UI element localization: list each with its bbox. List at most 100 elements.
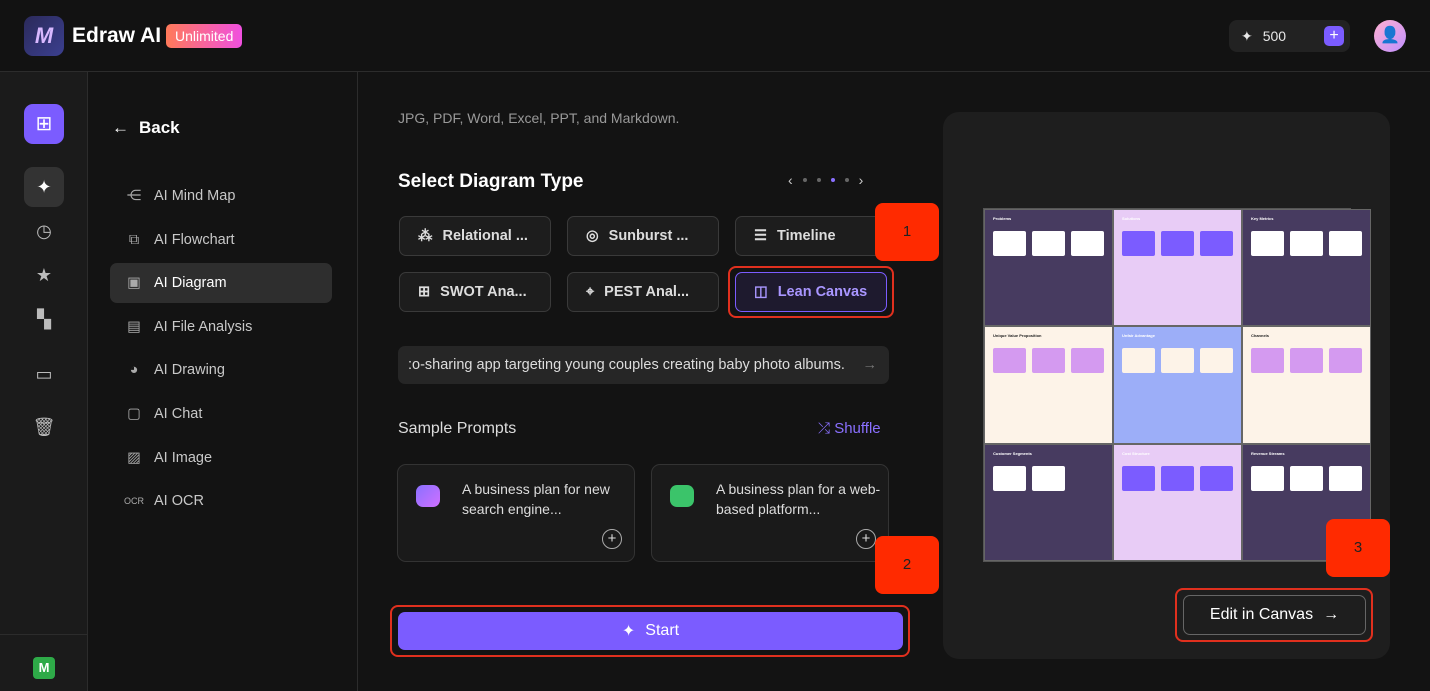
annotation-badge-2: 2 — [875, 536, 939, 594]
file-analysis-icon: ▤ — [127, 319, 141, 335]
trash-icon[interactable]: 🗑 — [24, 407, 64, 447]
add-credits-button[interactable]: + — [1324, 26, 1344, 46]
top-bar: M Edraw AI Unlimited ✦ 500 + 👤 — [0, 0, 1430, 72]
user-avatar[interactable]: 👤 — [1374, 20, 1406, 52]
type-relational[interactable]: ⁂ Relational ... — [399, 216, 551, 256]
sample-prompt-card[interactable]: A business plan for new search engine...… — [397, 464, 635, 562]
page-dot[interactable] — [816, 178, 821, 182]
sticky-note — [1290, 348, 1323, 374]
annotation-badge-1: 1 — [875, 203, 939, 261]
chevron-right-icon[interactable]: › — [859, 172, 864, 188]
menu-item-label: AI Chat — [154, 406, 203, 422]
sticky-note — [1161, 465, 1194, 491]
timeline-icon: ☰ — [754, 228, 767, 244]
menu-item-diagram[interactable]: ▣ AI Diagram — [110, 263, 332, 303]
type-label: SWOT Ana... — [440, 284, 527, 300]
sunburst-icon: ◎ — [586, 228, 599, 244]
sticky-note — [993, 231, 1026, 256]
arrow-right-icon: → — [1323, 606, 1340, 623]
section-title: Revenue Streams — [1251, 450, 1285, 456]
type-label: PEST Anal... — [604, 284, 690, 300]
section-title: Unfair Advantage — [1122, 333, 1155, 339]
menu-item-chat[interactable]: ▢ AI Chat — [110, 394, 332, 434]
sticky-notes — [1251, 465, 1362, 491]
menu-item-file-analysis[interactable]: ▤ AI File Analysis — [110, 307, 332, 347]
new-button[interactable]: ⊞ — [24, 104, 64, 144]
folder-icon[interactable]: ▭ — [24, 354, 64, 394]
menu-item-drawing[interactable]: ◕ AI Drawing — [110, 350, 332, 390]
sticky-note — [1122, 231, 1155, 256]
image-icon: ▨ — [127, 450, 141, 466]
sticky-note — [1290, 231, 1323, 256]
page-dot[interactable] — [844, 178, 849, 182]
canvas-section: Customer Segments — [984, 443, 1113, 561]
ocr-icon: OCR — [124, 496, 144, 506]
type-timeline[interactable]: ☰ Timeline — [735, 216, 887, 256]
highlight-box — [728, 266, 894, 318]
add-icon[interactable]: + — [602, 529, 622, 549]
canvas-section: Solutions — [1113, 209, 1242, 327]
chevron-left-icon[interactable]: ‹ — [788, 172, 793, 188]
edit-label: Edit in Canvas — [1209, 606, 1314, 623]
sticky-note — [1251, 465, 1284, 491]
start-label: Start — [645, 622, 680, 639]
type-sunburst[interactable]: ◎ Sunburst ... — [567, 216, 719, 256]
type-label: Timeline — [777, 228, 836, 244]
sticky-note — [1071, 348, 1104, 374]
sticky-note — [1200, 348, 1233, 374]
page-dot-active[interactable] — [830, 178, 835, 182]
type-label: Sunburst ... — [608, 228, 689, 244]
sticky-notes — [993, 465, 1104, 491]
back-label: Back — [139, 118, 180, 137]
canvas-section: Cost Structure — [1113, 443, 1242, 561]
menu-item-ocr[interactable]: OCR AI OCR — [110, 481, 332, 521]
sticky-note — [1200, 231, 1233, 256]
sample-icon — [416, 485, 440, 507]
prompt-value: :o-sharing app targeting young couples c… — [408, 357, 845, 373]
recent-clock-icon[interactable]: ◷ — [24, 211, 64, 251]
start-button[interactable]: ✦ Start — [398, 612, 903, 650]
section-title: Cost Structure — [1122, 450, 1150, 456]
shuffle-label: Shuffle — [834, 420, 881, 437]
credits-count: 500 — [1262, 28, 1287, 44]
section-title: Solutions — [1122, 216, 1141, 221]
type-swot[interactable]: ⊞ SWOT Ana... — [399, 272, 551, 312]
back-button[interactable]: ← Back — [112, 118, 180, 138]
sticky-notes — [1122, 231, 1233, 256]
page-dot[interactable] — [802, 178, 807, 182]
sample-text: A business plan for new search engine... — [462, 481, 610, 517]
menu-item-mind-map[interactable]: ⋲ AI Mind Map — [110, 176, 332, 216]
ai-sparkle-icon[interactable]: ✦ — [24, 167, 64, 207]
sticky-note — [1032, 348, 1065, 374]
prompt-input[interactable]: :o-sharing app targeting young couples c… — [398, 346, 889, 384]
sample-text: A business plan for a web-based platform… — [716, 481, 881, 517]
send-arrow-icon[interactable]: → — [863, 346, 878, 384]
formats-text: JPG, PDF, Word, Excel, PPT, and Markdown… — [398, 110, 680, 126]
shuffle-icon: ⤮ — [818, 420, 831, 437]
canvas-section: Unique Value Proposition — [984, 326, 1113, 444]
sticky-notes — [1122, 465, 1233, 491]
menu-item-image[interactable]: ▨ AI Image — [110, 438, 332, 478]
canvas-section: Problems — [984, 209, 1113, 327]
menu-item-flowchart[interactable]: ⧉ AI Flowchart — [110, 220, 332, 260]
main-panel: JPG, PDF, Word, Excel, PPT, and Markdown… — [358, 72, 939, 691]
sticky-note — [993, 465, 1026, 491]
sticky-note — [1071, 231, 1104, 256]
edit-in-canvas-button[interactable]: Edit in Canvas → — [1183, 595, 1366, 635]
menu-item-label: AI Drawing — [154, 362, 225, 378]
add-icon[interactable]: + — [856, 529, 876, 549]
sample-icon — [670, 485, 694, 507]
templates-icon[interactable]: ▚ — [24, 299, 64, 339]
credits-widget[interactable]: ✦ 500 + — [1229, 20, 1350, 52]
sample-prompt-card[interactable]: A business plan for a web-based platform… — [651, 464, 889, 562]
section-title: Unique Value Proposition — [993, 333, 1042, 339]
shuffle-button[interactable]: ⤮ Shuffle — [818, 420, 881, 437]
sticky-note — [1122, 348, 1155, 374]
type-pest[interactable]: ⌖ PEST Anal... — [567, 272, 719, 312]
user-initial-badge[interactable]: M — [33, 657, 55, 679]
ai-tools-menu: ← Back ⋲ AI Mind Map ⧉ AI Flowchart ▣ AI Dia… — [88, 72, 358, 691]
section-title: Customer Segments — [993, 450, 1032, 456]
palette-icon: ◕ — [129, 362, 139, 378]
mind-map-icon: ⋲ — [126, 188, 142, 204]
favorites-star-icon[interactable]: ★ — [24, 255, 64, 295]
